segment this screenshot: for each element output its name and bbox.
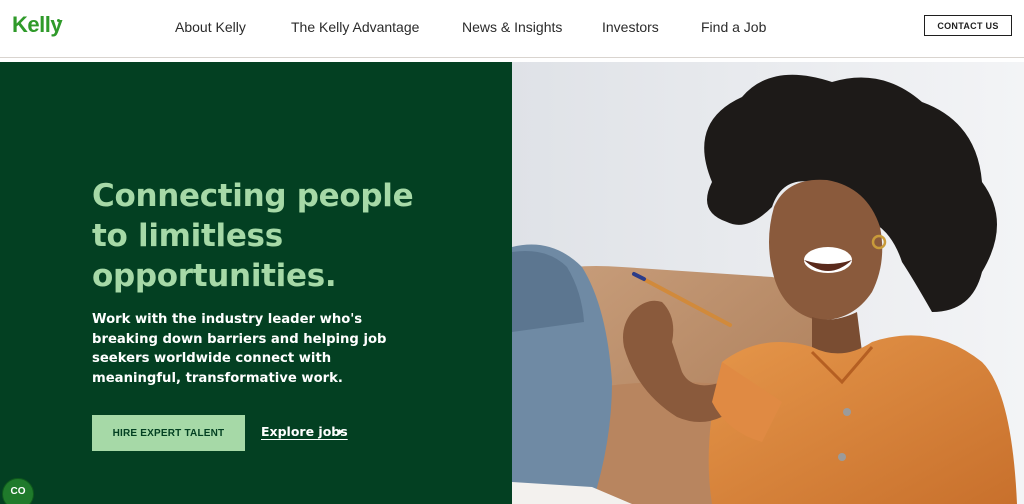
hero-panel: Connecting people to limitless opportuni… (0, 62, 512, 504)
nav-item-find-a-job[interactable]: Find a Job (701, 19, 766, 35)
hero-photo (512, 62, 1024, 504)
nav-item-kelly-advantage[interactable]: The Kelly Advantage (291, 19, 419, 35)
nav-item-about-kelly[interactable]: About Kelly (175, 19, 246, 35)
nav-item-news-insights[interactable]: News & Insights (462, 19, 562, 35)
nav-item-investors[interactable]: Investors (602, 19, 659, 35)
logo-dot-icon (57, 19, 60, 22)
hero-headline: Connecting people to limitless opportuni… (92, 178, 414, 294)
chat-label: CO (10, 485, 26, 497)
site-header: Kelly About Kelly The Kelly Advantage Ne… (0, 0, 1024, 58)
smiling-woman-photo-icon (512, 62, 1024, 504)
chat-icon[interactable]: CO (2, 478, 34, 504)
kelly-logo[interactable]: Kelly (12, 12, 63, 38)
hire-expert-talent-button[interactable]: HIRE EXPERT TALENT (92, 415, 245, 451)
explore-jobs-link[interactable]: Explore jobs (261, 424, 348, 439)
hero-subhead: Work with the industry leader who's brea… (92, 312, 387, 386)
contact-us-button[interactable]: CONTACT US (924, 15, 1012, 36)
chevron-right-icon (339, 429, 343, 435)
